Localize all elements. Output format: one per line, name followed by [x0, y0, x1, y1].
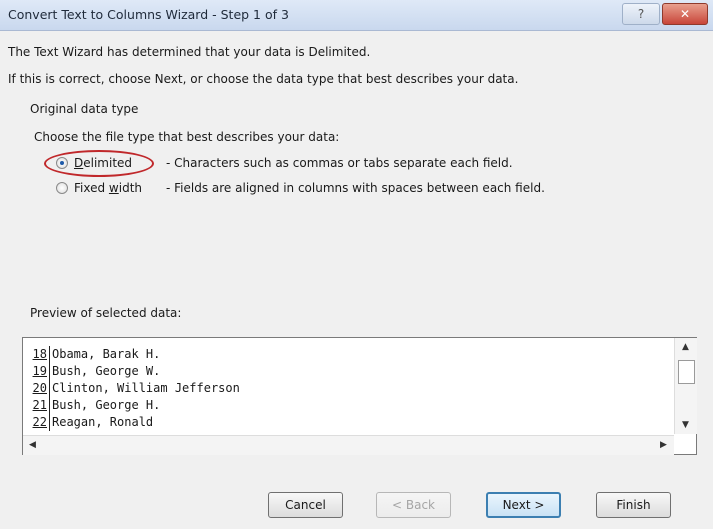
row-number: 18: [29, 346, 50, 363]
scroll-up-arrow-icon[interactable]: ▲: [682, 342, 689, 352]
file-type-prompt: Choose the file type that best describes…: [34, 130, 340, 144]
question-icon: ?: [637, 7, 645, 21]
row-text: Reagan, Ronald: [52, 415, 154, 429]
preview-row: 21 Bush, George H.: [29, 397, 240, 414]
scroll-thumb[interactable]: [678, 360, 695, 384]
cancel-button[interactable]: Cancel: [268, 492, 343, 518]
preview-row: 22 Reagan, Ronald: [29, 414, 240, 431]
radio-fixed-width[interactable]: Fixed width: [56, 181, 142, 195]
preview-row: 18 Obama, Barak H.: [29, 346, 240, 363]
back-button[interactable]: < Back: [376, 492, 451, 518]
row-text: Bush, George H.: [52, 398, 161, 412]
vertical-scrollbar[interactable]: ▲ ▼: [674, 338, 697, 434]
window-title: Convert Text to Columns Wizard - Step 1 …: [8, 7, 289, 22]
preview-lines: 18 Obama, Barak H. 19 Bush, George W. 20 Cl…: [29, 346, 240, 431]
scroll-right-arrow-icon[interactable]: ▶: [660, 440, 667, 450]
scroll-down-arrow-icon[interactable]: ▼: [682, 420, 689, 430]
row-number: 19: [29, 363, 50, 380]
row-number: 20: [29, 380, 50, 397]
intro-line-1: The Text Wizard has determined that your…: [8, 45, 371, 59]
delimited-description: - Characters such as commas or tabs sepa…: [166, 156, 513, 170]
help-button[interactable]: ?: [622, 3, 660, 25]
intro-line-2: If this is correct, choose Next, or choo…: [8, 72, 519, 86]
radio-button-checked[interactable]: [56, 157, 68, 169]
preview-row: 19 Bush, George W.: [29, 363, 240, 380]
title-bar: Convert Text to Columns Wizard - Step 1 …: [0, 0, 713, 31]
row-text: Obama, Barak H.: [52, 347, 161, 361]
preview-label: Preview of selected data:: [30, 306, 182, 320]
close-button[interactable]: ✕: [662, 3, 708, 25]
row-number: 21: [29, 397, 50, 414]
radio-delimited[interactable]: Delimited: [56, 156, 132, 170]
radio-label-delimited[interactable]: Delimited: [74, 156, 132, 170]
scroll-left-arrow-icon[interactable]: ◀: [29, 440, 36, 450]
preview-row: 20 Clinton, William Jefferson: [29, 380, 240, 397]
row-number: 22: [29, 414, 50, 431]
row-text: Bush, George W.: [52, 364, 161, 378]
close-icon: ✕: [679, 7, 691, 21]
fixed-width-description: - Fields are aligned in columns with spa…: [166, 181, 545, 195]
group-label: Original data type: [30, 102, 139, 116]
next-button[interactable]: Next >: [486, 492, 561, 518]
horizontal-scrollbar[interactable]: ◀ ▶: [23, 435, 674, 455]
radio-button-unchecked[interactable]: [56, 182, 68, 194]
row-text: Clinton, William Jefferson: [52, 381, 240, 395]
finish-button[interactable]: Finish: [596, 492, 671, 518]
radio-label-fixed-width[interactable]: Fixed width: [74, 181, 142, 195]
